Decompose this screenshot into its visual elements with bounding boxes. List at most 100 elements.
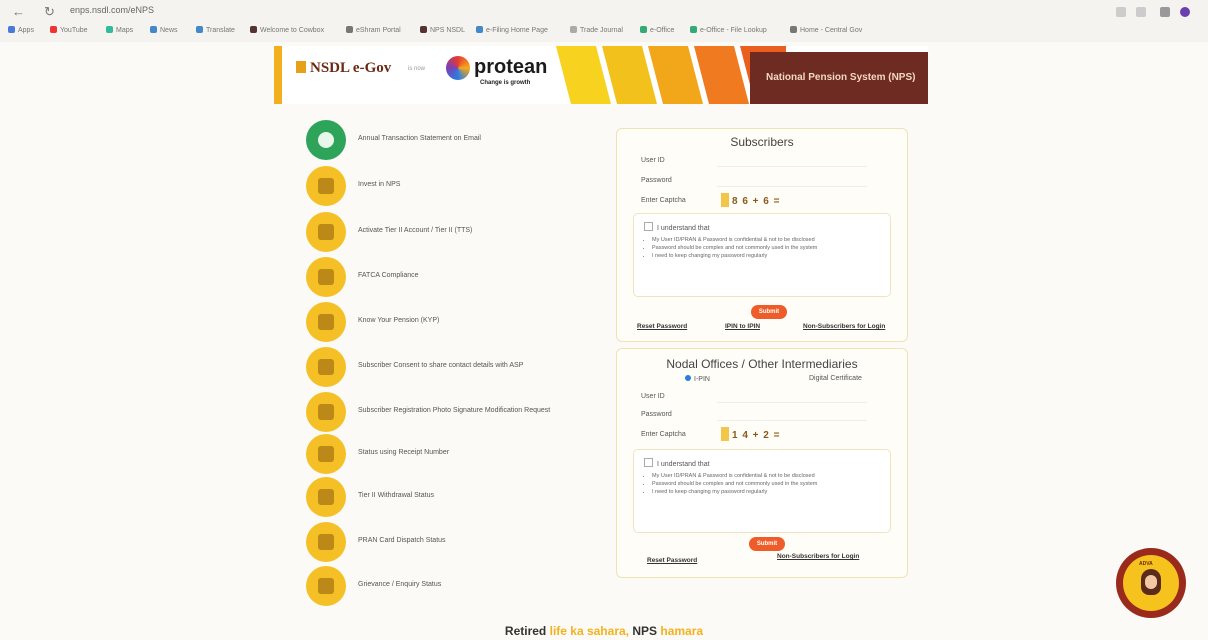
bookmark-item[interactable]: eShram Portal bbox=[346, 26, 401, 34]
menu-item-label: Status using Receipt Number bbox=[358, 449, 450, 456]
back-icon[interactable]: ← bbox=[12, 4, 25, 19]
bookmark-item[interactable]: YouTube bbox=[50, 26, 88, 34]
protean-tagline: Change is growth bbox=[480, 80, 531, 86]
terms-box: I understand that My User ID/PRAN & Pass… bbox=[633, 213, 891, 297]
building-icon bbox=[306, 166, 346, 206]
terms-box: I understand that My User ID/PRAN & Pass… bbox=[633, 449, 891, 533]
protean-logo[interactable]: protean bbox=[474, 56, 547, 79]
menu-item-activate-tier2[interactable]: Activate Tier II Account / Tier II (TTS) bbox=[306, 212, 606, 252]
user-id-input[interactable] bbox=[717, 156, 867, 167]
menu-item-label: Grievance / Enquiry Status bbox=[358, 581, 442, 588]
person-icon bbox=[306, 566, 346, 606]
menu-item-label: PRAN Card Dispatch Status bbox=[358, 537, 446, 544]
menu-item-label: Activate Tier II Account / Tier II (TTS) bbox=[358, 227, 473, 234]
menu-item-label: Tier II Withdrawal Status bbox=[358, 492, 434, 499]
agree-checkbox[interactable]: I understand that bbox=[644, 222, 710, 232]
terms-list: My User ID/PRAN & Password is confidenti… bbox=[640, 472, 882, 496]
menu-item-invest[interactable]: Invest in NPS bbox=[306, 166, 606, 206]
users-icon bbox=[306, 392, 346, 432]
terms-item: My User ID/PRAN & Password is confidenti… bbox=[652, 472, 882, 480]
panel-title: Nodal Offices / Other Intermediaries bbox=[666, 357, 858, 371]
menu-item-kyp[interactable]: Know Your Pension (KYP) bbox=[306, 302, 606, 342]
nsdl-logo[interactable]: NSDL e-Gov bbox=[296, 60, 391, 77]
terms-item: I need to keep changing my password regu… bbox=[652, 252, 882, 260]
nps-banner: National Pension System (NPS) bbox=[750, 52, 928, 104]
nodal-user-id-input[interactable] bbox=[717, 392, 867, 403]
truck-icon bbox=[306, 522, 346, 562]
digital-certificate-radio[interactable]: Digital Certificate bbox=[809, 375, 862, 382]
header-accent-bar bbox=[274, 46, 282, 104]
bookmark-item[interactable]: Home - Central Gov bbox=[790, 26, 862, 34]
terms-item: Password should be complex and not commo… bbox=[652, 480, 882, 488]
menu-item-label: Know Your Pension (KYP) bbox=[358, 317, 440, 324]
non-subscriber-link[interactable]: Non-Subscribers for Login bbox=[777, 553, 859, 560]
menu-item-label: Annual Transaction Statement on Email bbox=[358, 135, 481, 142]
bookmark-item[interactable]: News bbox=[150, 26, 178, 34]
menu-item-consent[interactable]: Subscriber Consent to share contact deta… bbox=[306, 347, 606, 387]
menu-item-photo-signature[interactable]: Subscriber Registration Photo Signature … bbox=[306, 392, 606, 432]
footer-slogan: Retired life ka sahara, NPS hamara bbox=[504, 624, 704, 638]
bookmark-item[interactable]: e-Office bbox=[640, 26, 674, 34]
reset-password-link[interactable]: Reset Password bbox=[647, 557, 697, 564]
non-subscriber-link[interactable]: Non-Subscribers for Login bbox=[803, 323, 885, 330]
window-icon[interactable] bbox=[1160, 7, 1170, 17]
id-card-icon bbox=[306, 347, 346, 387]
nodal-password-input[interactable] bbox=[717, 410, 867, 421]
protean-logo-icon bbox=[446, 56, 470, 80]
nsdl-mark-icon bbox=[296, 61, 306, 73]
menu-item-withdrawal-status[interactable]: Tier II Withdrawal Status bbox=[306, 477, 606, 517]
terms-item: My User ID/PRAN & Password is confidenti… bbox=[652, 236, 882, 244]
address-bar[interactable]: enps.nsdl.com/eNPS bbox=[70, 5, 154, 15]
menu-item-label: Invest in NPS bbox=[358, 181, 401, 188]
menu-item-grievance[interactable]: Grievance / Enquiry Status bbox=[306, 566, 606, 606]
bookmark-item[interactable]: NPS NSDL bbox=[420, 26, 465, 34]
captcha-image: 8 6 + 6 = bbox=[721, 193, 780, 207]
menu-item-annual-statement[interactable]: Annual Transaction Statement on Email bbox=[306, 120, 606, 160]
submit-button[interactable]: Submit bbox=[751, 305, 787, 319]
captcha-label: Enter Captcha bbox=[641, 431, 686, 438]
bookmark-item[interactable]: Trade Journal bbox=[570, 26, 623, 34]
chatbot-tag: ADVA bbox=[1139, 561, 1153, 567]
profile-icon[interactable] bbox=[1180, 7, 1190, 17]
password-label: Password bbox=[641, 177, 672, 184]
panel-title: Subscribers bbox=[730, 135, 794, 149]
reset-password-link[interactable]: Reset Password bbox=[637, 323, 687, 330]
ipin-link[interactable]: IPIN to IPIN bbox=[725, 323, 760, 330]
now-is-label: is now bbox=[408, 66, 426, 72]
reload-icon[interactable]: ↻ bbox=[44, 4, 55, 20]
browser-toolbar: ← ↻ enps.nsdl.com/eNPS Apps YouTube Maps… bbox=[0, 0, 1208, 42]
captcha-label: Enter Captcha bbox=[641, 197, 686, 204]
menu-item-fatca[interactable]: FATCA Compliance bbox=[306, 257, 606, 297]
nodal-submit-button[interactable]: Submit bbox=[749, 537, 785, 551]
bookmark-item[interactable]: e-Office - File Lookup bbox=[690, 26, 767, 34]
password-label: Password bbox=[641, 411, 672, 418]
bookmark-item[interactable]: e-Filing Home Page bbox=[476, 26, 548, 34]
site-header: NSDL e-Gov is now protean Change is grow… bbox=[274, 46, 928, 104]
banner-title: National Pension System (NPS) bbox=[766, 72, 916, 83]
nodal-login-panel: Nodal Offices / Other Intermediaries I-P… bbox=[616, 348, 908, 578]
password-input[interactable] bbox=[717, 176, 867, 187]
user-id-label: User ID bbox=[641, 157, 665, 164]
captcha-icon bbox=[721, 193, 729, 207]
handshake-icon bbox=[306, 257, 346, 297]
share-icon[interactable] bbox=[1116, 7, 1126, 17]
bookmark-item[interactable]: Translate bbox=[196, 26, 235, 34]
menu-item-label: Subscriber Registration Photo Signature … bbox=[358, 407, 551, 414]
bookmark-item[interactable]: Welcome to Cowbox bbox=[250, 26, 324, 34]
document-icon bbox=[306, 302, 346, 342]
captcha-image: 1 4 + 2 = bbox=[721, 427, 780, 441]
chatbot-button[interactable]: ADVA bbox=[1116, 548, 1186, 618]
captcha-icon bbox=[721, 427, 729, 441]
menu-item-receipt-status[interactable]: Status using Receipt Number bbox=[306, 434, 606, 474]
terms-item: Password should be complex and not commo… bbox=[652, 244, 882, 252]
bookmark-item[interactable]: Maps bbox=[106, 26, 133, 34]
bookmark-item[interactable]: Apps bbox=[8, 26, 34, 34]
chart-icon bbox=[306, 477, 346, 517]
user-id-label: User ID bbox=[641, 393, 665, 400]
agree-checkbox[interactable]: I understand that bbox=[644, 458, 710, 468]
power-icon bbox=[306, 212, 346, 252]
menu-item-pran-dispatch[interactable]: PRAN Card Dispatch Status bbox=[306, 522, 606, 562]
star-icon[interactable] bbox=[1136, 7, 1146, 17]
ipin-radio[interactable]: I-PIN bbox=[685, 375, 710, 383]
menu-item-label: FATCA Compliance bbox=[358, 272, 419, 279]
